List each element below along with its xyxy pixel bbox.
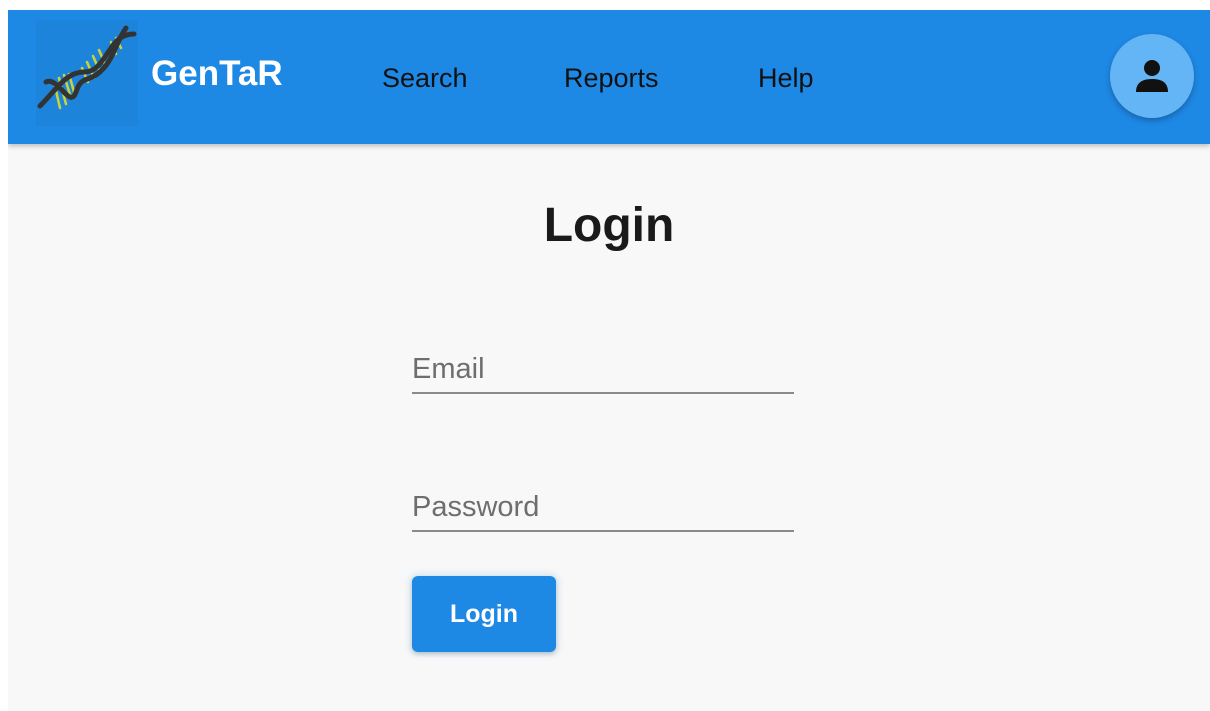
dna-helix-icon	[37, 25, 137, 110]
nav-link-help[interactable]: Help	[758, 62, 814, 94]
email-field[interactable]	[412, 346, 794, 394]
brand-title[interactable]: GenTaR	[151, 54, 283, 94]
login-button[interactable]: Login	[412, 576, 556, 652]
account-button[interactable]	[1110, 34, 1194, 118]
nav-link-search[interactable]: Search	[382, 62, 468, 94]
top-navbar: GenTaR Search Reports Help	[8, 10, 1210, 144]
user-icon	[1136, 60, 1168, 92]
app-frame: GenTaR Search Reports Help Login Login	[8, 10, 1210, 711]
logo[interactable]	[36, 20, 138, 126]
page-title: Login	[543, 199, 675, 252]
password-field[interactable]	[412, 484, 794, 532]
nav-link-reports[interactable]: Reports	[564, 62, 659, 94]
